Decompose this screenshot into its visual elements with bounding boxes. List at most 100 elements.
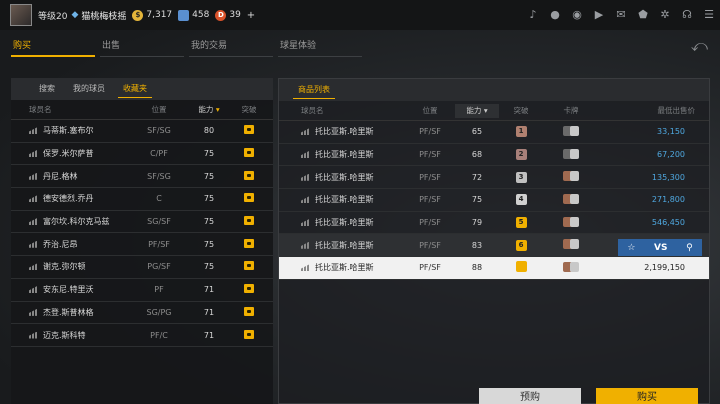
- col-rating[interactable]: 能力 ▾: [455, 103, 499, 118]
- tickets-value: 458: [192, 10, 210, 20]
- break-badge-icon: [244, 329, 254, 339]
- player-name-cell: 乔治.尼昂: [11, 239, 129, 250]
- player-name: 乔治.尼昂: [43, 239, 78, 249]
- top-bar: 等级20 ◆ 猫桃梅枝摇 $7,317 458 D 39 + ♪ ● ◉ ▶ ✉ …: [0, 0, 720, 30]
- player-position: PF/SF: [419, 195, 441, 205]
- listing-row[interactable]: 托比亚斯.哈里斯 PF/SF 65 1 33,150: [279, 121, 709, 144]
- player-name-cell: 富尔坎.科尔克马兹: [11, 216, 129, 227]
- player-rating: 68: [471, 150, 483, 160]
- player-rating: 75: [203, 239, 215, 249]
- player-name: 托比亚斯.哈里斯: [315, 172, 374, 182]
- break-cell: 4: [499, 194, 543, 206]
- player-name-cell: 迈克.斯科特: [11, 330, 129, 341]
- break-cell: [229, 170, 269, 182]
- favorite-row[interactable]: 迈克.斯科特 PF/C 71: [11, 324, 273, 347]
- break-badge-icon: [244, 216, 254, 226]
- break-level-badge: 3: [515, 171, 527, 183]
- subtab-my-players[interactable]: 我的球员: [64, 78, 114, 100]
- user-icon[interactable]: ●: [548, 8, 562, 22]
- signal-icon: [301, 264, 309, 272]
- vs-button[interactable]: VS: [654, 243, 667, 253]
- lowest-price: 271,800: [651, 195, 685, 205]
- points-display: D 39: [215, 9, 241, 21]
- favorite-row[interactable]: 乔治.尼昂 PF/SF 75: [11, 233, 273, 257]
- video-icon[interactable]: ▶: [592, 8, 606, 22]
- break-cell: [229, 238, 269, 250]
- lowest-price: 33,150: [657, 127, 685, 137]
- avatar[interactable]: [10, 4, 32, 26]
- break-badge-icon: [244, 170, 254, 180]
- signal-icon: [301, 241, 309, 249]
- favorite-row[interactable]: 谢克.弥尔顿 PG/SF 75: [11, 256, 273, 279]
- listing-row[interactable]: 托比亚斯.哈里斯 PF/SF 79 5 546,450: [279, 212, 709, 235]
- favorite-row[interactable]: 安东尼.特里沃 PF 71: [11, 279, 273, 302]
- col-position: 位置: [151, 105, 167, 114]
- break-badge-icon: [244, 193, 254, 203]
- player-name-cell: 保罗.米尔萨普: [11, 148, 129, 159]
- break-cell: [229, 125, 269, 136]
- player-rating: 75: [471, 195, 483, 205]
- player-rating: 83: [471, 240, 483, 250]
- star-icon[interactable]: ☆: [627, 243, 635, 253]
- break-level-badge: [515, 261, 527, 273]
- listing-row[interactable]: 托比亚斯.哈里斯 PF/SF 72 3 135,300: [279, 166, 709, 190]
- bell-icon[interactable]: ♪: [526, 8, 540, 22]
- preorder-button[interactable]: 预购: [479, 388, 581, 404]
- player-position: C: [156, 194, 162, 204]
- favorite-row[interactable]: 德安德烈.乔丹 C 75: [11, 188, 273, 211]
- tab-sell[interactable]: 出售: [100, 36, 120, 58]
- signal-icon: [29, 286, 37, 294]
- shield-icon[interactable]: ⬟: [636, 8, 650, 22]
- tab-my-trades[interactable]: 我的交易: [189, 36, 227, 58]
- mail-icon[interactable]: ✉: [614, 8, 628, 22]
- tab-star-experience[interactable]: 球星体验: [278, 36, 316, 58]
- listing-row[interactable]: 托比亚斯.哈里斯 PF/SF 75 4 271,800: [279, 189, 709, 212]
- subtab-search[interactable]: 搜索: [30, 78, 64, 100]
- player-name-cell: 托比亚斯.哈里斯: [279, 194, 405, 205]
- break-cell: 3: [499, 171, 543, 183]
- card-icon: [570, 125, 579, 136]
- headset-icon[interactable]: ☊: [680, 8, 694, 22]
- favorite-row[interactable]: 马蒂斯.塞布尔 SF/SG 80: [11, 120, 273, 143]
- signal-icon: [301, 128, 309, 136]
- player-name-cell: 马蒂斯.塞布尔: [11, 125, 129, 136]
- gear-icon[interactable]: ✲: [658, 8, 672, 22]
- player-position: PF/SF: [419, 263, 441, 273]
- buy-button[interactable]: 购买: [596, 388, 698, 404]
- listing-row[interactable]: 托比亚斯.哈里斯 PF/SF 88 2,199,150: [279, 257, 709, 280]
- search-icon[interactable]: ⚲: [686, 243, 693, 253]
- tab-sell-underline: [100, 56, 184, 57]
- favorite-row[interactable]: 丹尼.格林 SF/SG 75: [11, 165, 273, 189]
- cards-cell: [543, 125, 599, 138]
- col-rating[interactable]: 能力 ▾: [189, 104, 229, 115]
- listing-row[interactable]: 托比亚斯.哈里斯 PF/SF 68 2 67,200: [279, 144, 709, 167]
- player-position: PF/SF: [419, 218, 441, 228]
- player-position: PF/SF: [419, 127, 441, 137]
- col-break: 突破: [513, 106, 529, 115]
- favorite-row[interactable]: 富尔坎.科尔克马兹 SG/SF 75: [11, 211, 273, 234]
- subtab-listings[interactable]: 商品列表: [289, 79, 339, 101]
- favorite-row[interactable]: 杰登.斯普林格 SG/PG 71: [11, 302, 273, 325]
- sort-down-icon: ▾: [483, 105, 488, 115]
- tab-buy-underline: [11, 55, 95, 57]
- signal-icon: [301, 173, 309, 181]
- subtab-favorites[interactable]: 收藏夹: [114, 78, 156, 100]
- break-cell: [229, 216, 269, 227]
- add-currency-button[interactable]: +: [247, 10, 255, 21]
- back-arrow-icon[interactable]: ⤺: [691, 36, 708, 56]
- tab-my-trades-underline: [189, 56, 273, 57]
- cards-cell: [543, 193, 599, 206]
- cards-cell: [543, 148, 599, 161]
- player-name-cell: 托比亚斯.哈里斯: [279, 172, 405, 183]
- menu-icon[interactable]: ☰: [702, 8, 716, 22]
- lowest-price: 546,450: [651, 218, 685, 228]
- card-icon: [570, 148, 579, 159]
- player-position: SG/PG: [146, 307, 172, 317]
- col-name: 球员名: [301, 106, 324, 115]
- break-cell: [229, 148, 269, 159]
- col-name: 球员名: [29, 105, 52, 114]
- friends-icon[interactable]: ◉: [570, 8, 584, 22]
- favorite-row[interactable]: 保罗.米尔萨普 C/PF 75: [11, 143, 273, 166]
- lowest-price: 135,300: [651, 172, 685, 182]
- player-position: PF/SF: [419, 240, 441, 250]
